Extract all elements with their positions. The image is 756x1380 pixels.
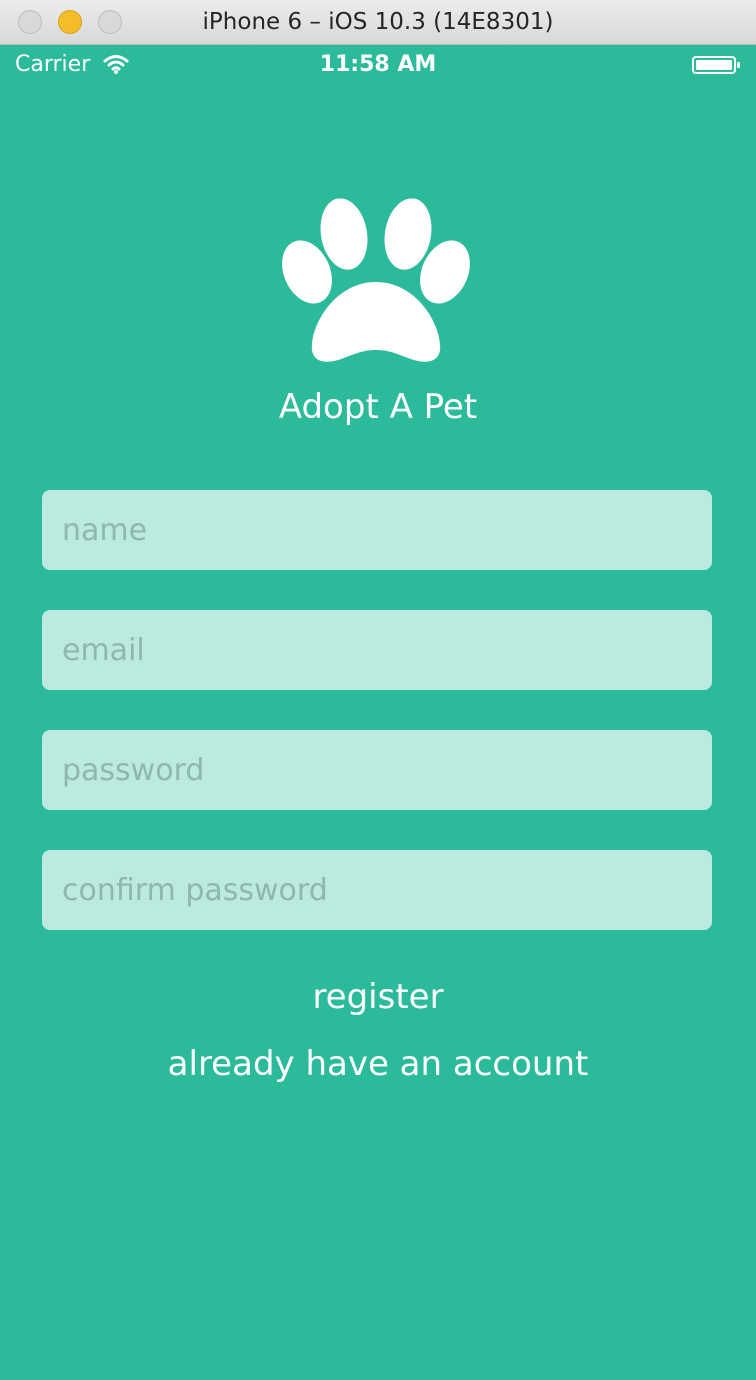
status-time: 11:58 AM bbox=[319, 52, 437, 77]
phone-screen: Carrier 11:58 AM Adopt A Pet name email … bbox=[0, 45, 756, 1380]
password-field[interactable] bbox=[42, 730, 712, 810]
window-title: iPhone 6 – iOS 10.3 (14E8301) bbox=[202, 9, 554, 35]
confirm-password-input[interactable] bbox=[42, 850, 712, 930]
battery-icon bbox=[692, 56, 740, 74]
app-title: Adopt A Pet bbox=[278, 387, 478, 427]
name-input[interactable] bbox=[42, 490, 712, 570]
name-field[interactable] bbox=[42, 490, 712, 570]
password-input[interactable] bbox=[42, 730, 712, 810]
simulator-window: iPhone 6 – iOS 10.3 (14E8301) Carrier 11… bbox=[0, 0, 756, 1380]
status-bar: Carrier 11:58 AM bbox=[0, 45, 756, 85]
email-input[interactable] bbox=[42, 610, 712, 690]
paw-icon bbox=[282, 198, 470, 362]
already-have-account-link[interactable]: already have an account bbox=[0, 1037, 756, 1092]
email-field[interactable] bbox=[42, 610, 712, 690]
register-button[interactable]: register bbox=[0, 970, 756, 1025]
window-titlebar[interactable]: iPhone 6 – iOS 10.3 (14E8301) bbox=[0, 0, 756, 45]
confirm-password-field[interactable] bbox=[42, 850, 712, 930]
